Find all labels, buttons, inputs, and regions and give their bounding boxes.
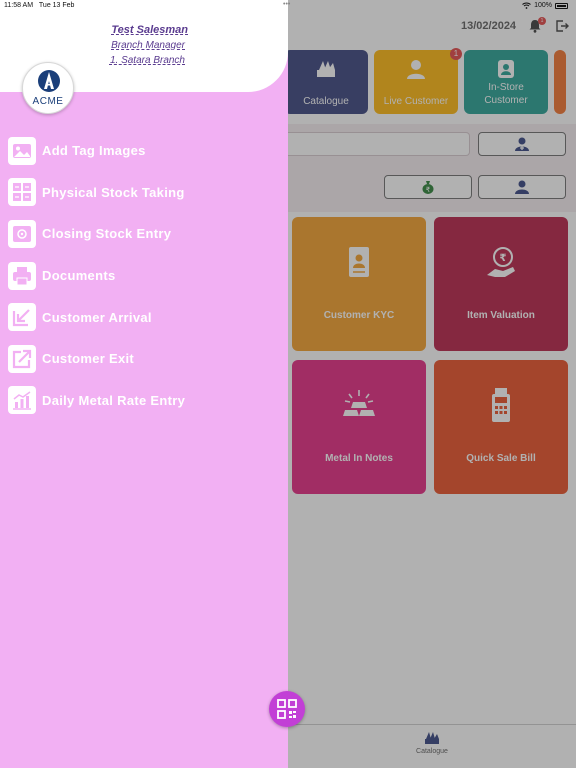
menu-label: Add Tag Images bbox=[42, 143, 146, 159]
status-time: 11:58 AM Tue 13 Feb bbox=[4, 2, 74, 9]
menu-item-daily-metal-rate-entry[interactable]: Daily Metal Rate Entry bbox=[8, 380, 284, 422]
stock-grid-icon bbox=[8, 178, 36, 207]
menu-label: Physical Stock Taking bbox=[42, 184, 185, 200]
logo-text: ACME bbox=[32, 96, 64, 107]
multitasking-dots-icon[interactable]: ••• bbox=[283, 1, 290, 8]
menu-item-physical-stock-taking[interactable]: Physical Stock Taking bbox=[8, 172, 284, 214]
qr-scan-button[interactable] bbox=[269, 691, 305, 727]
drawer-menu: Add Tag Images Physical Stock Taking Clo… bbox=[8, 130, 284, 421]
battery-percent: 100% bbox=[534, 2, 552, 9]
menu-label: Daily Metal Rate Entry bbox=[42, 392, 186, 408]
status-clock: 11:58 AM bbox=[4, 2, 34, 9]
wifi-icon bbox=[522, 2, 531, 9]
menu-item-add-tag-images[interactable]: Add Tag Images bbox=[8, 130, 284, 172]
acme-emblem-icon bbox=[38, 70, 60, 92]
navigation-drawer: Test Salesman Branch Manager 1. Satara B… bbox=[0, 0, 288, 768]
user-role: Branch Manager bbox=[111, 40, 185, 51]
safe-icon bbox=[8, 219, 36, 248]
status-indicators: 100% bbox=[522, 2, 568, 9]
menu-label: Documents bbox=[42, 268, 116, 284]
company-logo: ACME bbox=[22, 62, 74, 114]
printer-icon bbox=[8, 261, 36, 290]
menu-label: Customer Arrival bbox=[42, 309, 152, 325]
qr-code-icon bbox=[277, 699, 297, 719]
arrow-in-icon bbox=[8, 303, 36, 332]
status-bar: 11:58 AM Tue 13 Feb ••• 100% bbox=[0, 0, 576, 12]
chart-icon bbox=[8, 386, 36, 415]
menu-item-documents[interactable]: Documents bbox=[8, 255, 284, 297]
menu-item-closing-stock-entry[interactable]: Closing Stock Entry bbox=[8, 213, 284, 255]
menu-item-customer-exit[interactable]: Customer Exit bbox=[8, 338, 284, 380]
user-name[interactable]: Test Salesman bbox=[28, 24, 188, 36]
battery-icon bbox=[555, 2, 568, 9]
menu-label: Customer Exit bbox=[42, 351, 135, 367]
menu-label: Closing Stock Entry bbox=[42, 226, 172, 242]
arrow-out-icon bbox=[8, 344, 36, 373]
menu-item-customer-arrival[interactable]: Customer Arrival bbox=[8, 296, 284, 338]
status-date: Tue 13 Feb bbox=[38, 2, 75, 9]
image-icon bbox=[8, 136, 36, 165]
